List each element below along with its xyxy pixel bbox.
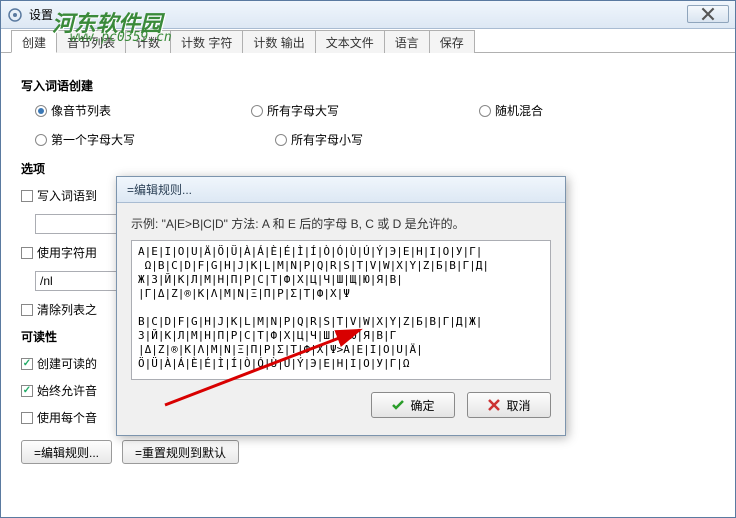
- reset-rules-button[interactable]: =重置规则到默认: [122, 440, 239, 464]
- radio-icon: [35, 134, 47, 146]
- radio-icon: [275, 134, 287, 146]
- checkbox-icon: [21, 190, 33, 202]
- dialog-title: =编辑规则...: [117, 177, 565, 203]
- radio-first-upper[interactable]: 第一个字母大写: [35, 131, 135, 148]
- cancel-button[interactable]: 取消: [467, 392, 551, 418]
- check-icon: [391, 398, 405, 412]
- x-icon: [487, 398, 501, 412]
- close-icon: [701, 7, 715, 21]
- example-text: 示例: "A|E>B|C|D" 方法: A 和 E 后的字母 B, C 或 D …: [131, 215, 551, 232]
- radio-all-upper[interactable]: 所有字母大写: [251, 102, 339, 119]
- section-write-title: 写入词语创建: [21, 77, 715, 94]
- window-title: 设置: [29, 6, 53, 23]
- rules-textarea[interactable]: A|E|I|O|U|Ä|Ö|Ü|À|Á|È|É|Ì|Í|Ò|Ó|Ù|Ú|Ý|Э|…: [131, 240, 551, 380]
- checkbox-icon: [21, 358, 33, 370]
- tab-create[interactable]: 创建: [11, 30, 57, 53]
- edit-rules-dialog: =编辑规则... 示例: "A|E>B|C|D" 方法: A 和 E 后的字母 …: [116, 176, 566, 436]
- tab-count-chars[interactable]: 计数 字符: [170, 30, 243, 53]
- tab-count[interactable]: 计数: [125, 30, 171, 53]
- checkbox-icon: [21, 247, 33, 259]
- radio-random-mix[interactable]: 随机混合: [479, 102, 543, 119]
- close-button[interactable]: [687, 5, 729, 23]
- tab-save[interactable]: 保存: [429, 30, 475, 53]
- radio-icon: [479, 105, 491, 117]
- checkbox-icon: [21, 304, 33, 316]
- titlebar: 设置: [1, 1, 735, 29]
- radio-like-syllable[interactable]: 像音节列表: [35, 102, 111, 119]
- radio-icon: [35, 105, 47, 117]
- tab-syllable-list[interactable]: 音节列表: [56, 30, 126, 53]
- tab-bar: 创建 音节列表 计数 计数 字符 计数 输出 文本文件 语言 保存: [1, 29, 735, 53]
- tab-text-file[interactable]: 文本文件: [315, 30, 385, 53]
- ok-button[interactable]: 确定: [371, 392, 455, 418]
- radio-all-lower[interactable]: 所有字母小写: [275, 131, 363, 148]
- tab-count-output[interactable]: 计数 输出: [242, 30, 315, 53]
- radio-icon: [251, 105, 263, 117]
- edit-rules-button[interactable]: =编辑规则...: [21, 440, 112, 464]
- settings-icon: [7, 7, 23, 23]
- section-options-title: 选项: [21, 160, 715, 177]
- tab-language[interactable]: 语言: [384, 30, 430, 53]
- checkbox-icon: [21, 385, 33, 397]
- checkbox-icon: [21, 412, 33, 424]
